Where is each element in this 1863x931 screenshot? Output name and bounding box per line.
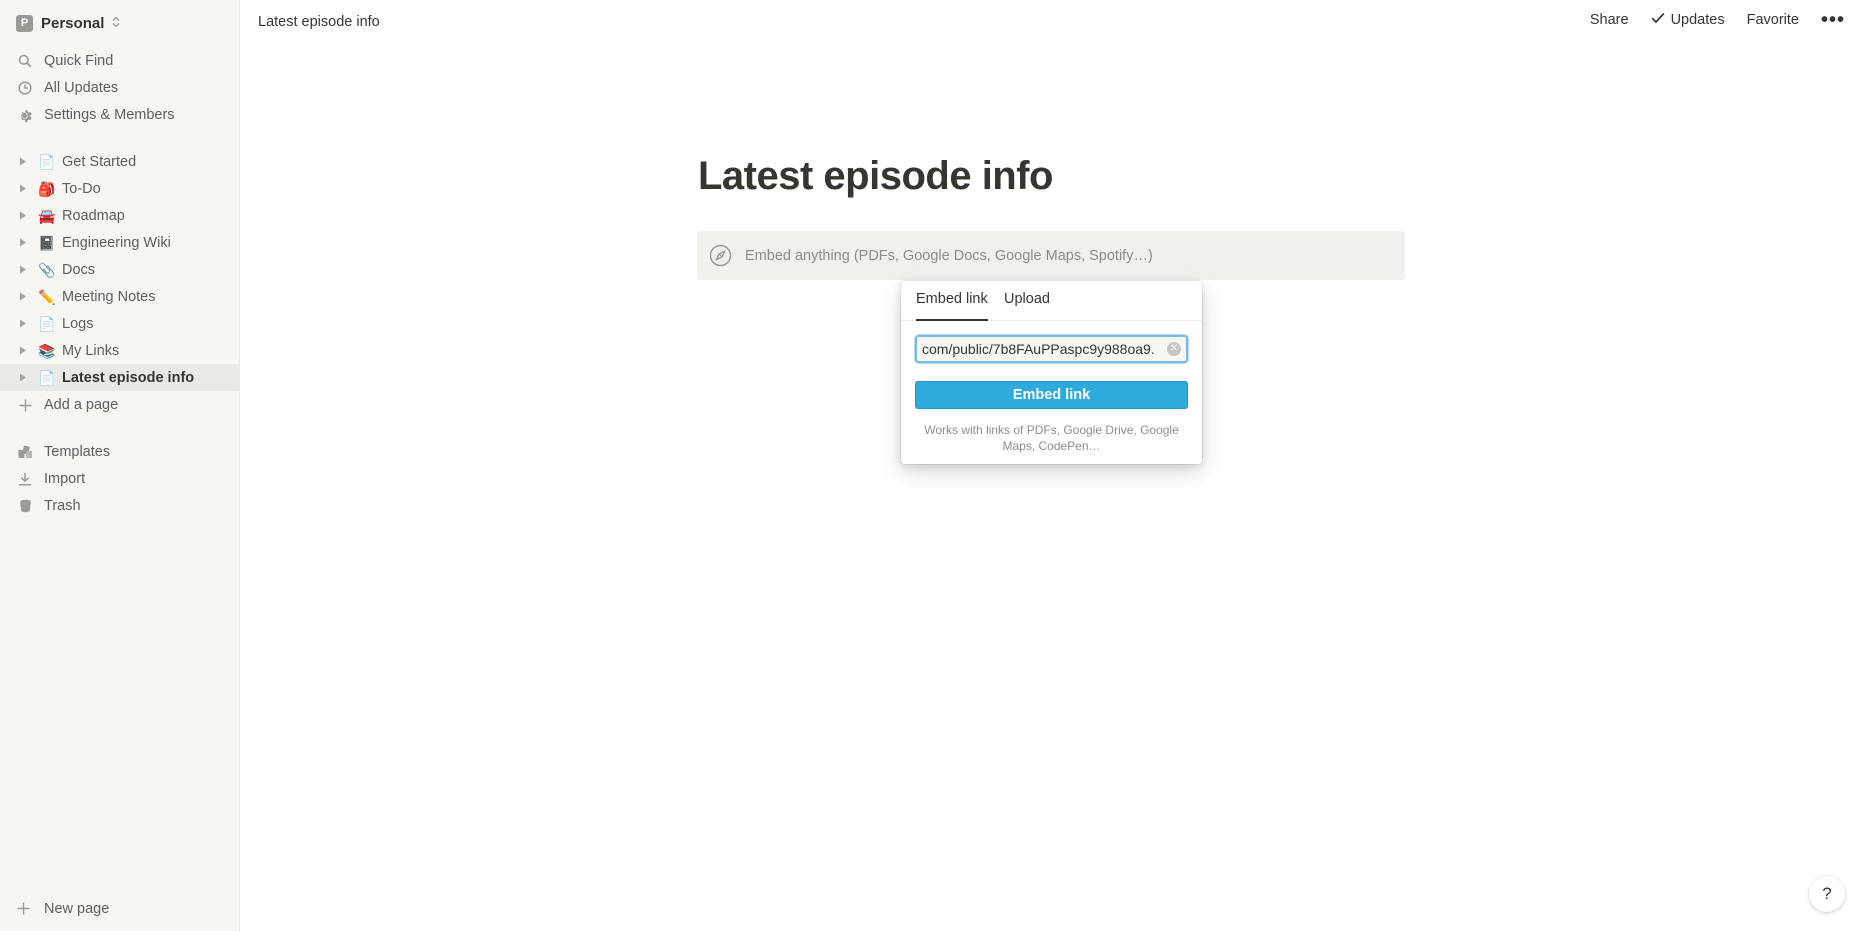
new-page-button[interactable]: New page [0,895,240,922]
expand-triangle-icon[interactable] [18,264,28,274]
favorite-button[interactable]: Favorite [1747,12,1799,28]
sidebar-page-meeting-notes[interactable]: ✏️ Meeting Notes [0,283,240,310]
share-label: Share [1589,12,1629,28]
sidebar-page-roadmap[interactable]: 🚘 Roadmap [0,202,240,229]
new-page-label: New page [44,901,110,917]
nav-label: Quick Find [44,52,114,69]
clear-input-icon[interactable]: ✕ [1167,342,1181,356]
add-page-button[interactable]: Add a page [0,391,240,418]
page-doc-icon: 📄 [38,370,56,386]
notebook-icon: 📓 [38,235,56,251]
help-button[interactable]: ? [1809,876,1845,912]
embed-hint: Works with links of PDFs, Google Drive, … [924,423,1179,453]
page-title[interactable]: Latest episode info [698,154,1054,199]
page-doc-icon: 📄 [38,316,56,332]
sidebar-page-label: Latest episode info [62,369,195,386]
updates-button[interactable]: Updates [1651,12,1725,28]
workspace-avatar: P [16,14,33,32]
page-doc-icon: 📄 [38,154,56,170]
plus-icon [17,397,33,413]
topbar-actions: Share Updates Favorite ••• [1590,10,1845,30]
trash-icon [17,498,33,514]
clock-icon [17,80,33,96]
workspace-name: Personal [41,14,105,32]
more-options-icon[interactable]: ••• [1821,10,1845,30]
import-icon [17,471,33,487]
sidebar-page-label: Docs [62,261,96,278]
expand-triangle-icon[interactable] [18,318,28,328]
settings-members-button[interactable]: Settings & Members [0,101,240,128]
nav-label: Templates [44,443,111,460]
sidebar-page-engineering-wiki[interactable]: 📓 Engineering Wiki [0,229,240,256]
books-icon: 📚 [38,343,56,359]
templates-button[interactable]: Templates [0,438,240,465]
nav-label: Settings & Members [44,106,175,123]
backpack-icon: 🎒 [38,181,56,197]
sidebar-page-label: Roadmap [62,207,125,224]
sidebar-page-label: Logs [62,315,94,332]
updates-label: Updates [1670,12,1725,28]
nav-label: Add a page [44,396,119,413]
embed-placeholder: Embed anything (PDFs, Google Docs, Googl… [745,247,1153,264]
sidebar-page-label: Engineering Wiki [62,234,171,251]
share-button[interactable]: Share [1590,12,1629,28]
quick-find-button[interactable]: Quick Find [0,47,240,74]
sidebar-page-my-links[interactable]: 📚 My Links [0,337,240,364]
breadcrumb[interactable]: Latest episode info [258,14,380,30]
expand-triangle-icon[interactable] [18,183,28,193]
expand-triangle-icon[interactable] [18,156,28,166]
plus-icon [17,901,30,917]
embed-tabs: Embed link Upload [901,281,1202,321]
paperclip-icon: 📎 [38,262,56,278]
embed-block[interactable]: Embed anything (PDFs, Google Docs, Googl… [697,231,1405,280]
expand-triangle-icon[interactable] [18,291,28,301]
sidebar-page-docs[interactable]: 📎 Docs [0,256,240,283]
nav-label: Import [44,470,86,487]
templates-icon [17,444,33,460]
sidebar: P Personal Quick Find All Updates Settin… [0,0,240,931]
embed-link-button[interactable]: Embed link [915,381,1188,409]
nav-label: All Updates [44,79,119,96]
expand-triangle-icon[interactable] [18,345,28,355]
embed-url-input[interactable] [922,340,1162,358]
expand-triangle-icon[interactable] [18,372,28,382]
trash-button[interactable]: Trash [0,492,240,519]
tab-upload[interactable]: Upload [1004,291,1050,321]
sidebar-page-label: Meeting Notes [62,288,156,305]
url-input-container: ✕ [915,335,1188,363]
expand-triangle-icon[interactable] [18,210,28,220]
embed-popover: Embed link Upload ✕ Embed link Works wit… [901,281,1202,464]
chevron-updown-icon [112,16,120,31]
sidebar-page-to-do[interactable]: 🎒 To-Do [0,175,240,202]
gear-icon [17,107,33,123]
sidebar-page-latest-episode-info[interactable]: 📄 Latest episode info [0,364,240,391]
all-updates-button[interactable]: All Updates [0,74,240,101]
sidebar-page-label: My Links [62,342,120,359]
import-button[interactable]: Import [0,465,240,492]
car-icon: 🚘 [38,208,56,224]
nav-label: Trash [44,497,81,514]
checkmark-icon [1651,12,1665,28]
compass-icon [709,244,732,267]
favorite-label: Favorite [1746,12,1799,28]
workspace-switcher[interactable]: P Personal [16,13,120,33]
search-icon [17,53,33,69]
sidebar-page-label: Get Started [62,153,137,170]
expand-triangle-icon[interactable] [18,237,28,247]
sidebar-page-label: To-Do [62,180,101,197]
pencil-icon: ✏️ [38,289,56,305]
sidebar-page-get-started[interactable]: 📄 Get Started [0,148,240,175]
tab-embed-link[interactable]: Embed link [916,291,988,321]
sidebar-page-logs[interactable]: 📄 Logs [0,310,240,337]
